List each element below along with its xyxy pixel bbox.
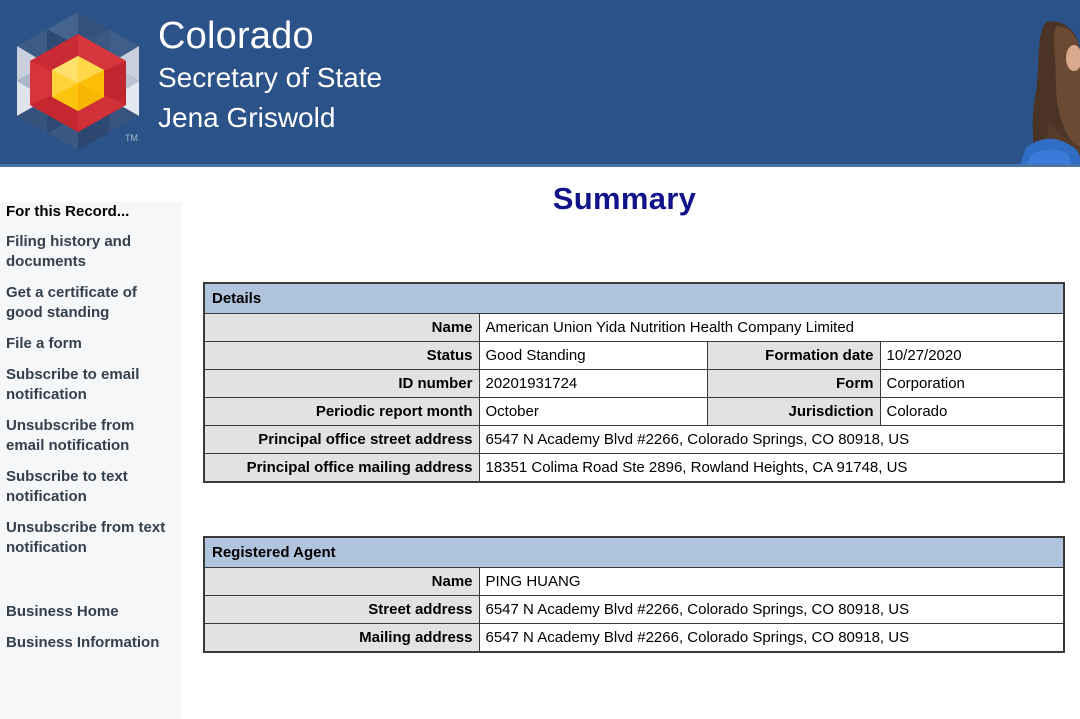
page-body: For this Record... Filing history and do… (0, 167, 1080, 719)
sidebar-item-file-a-form[interactable]: File a form (6, 334, 175, 354)
table-section-header-row: Registered Agent (203, 536, 1065, 568)
table-row: Street address 6547 N Academy Blvd #2266… (203, 595, 1065, 624)
table-section-header-row: Details (203, 282, 1065, 314)
site-header: TM Colorado Secretary of State Jena Gris… (0, 0, 1080, 167)
official-name: Jena Griswold (158, 102, 336, 133)
state-name: Colorado (158, 15, 314, 57)
sidebar-item-subscribe-email[interactable]: Subscribe to email notification (6, 365, 175, 405)
details-label-status: Status (203, 341, 480, 370)
table-row: Principal office mailing address 18351 C… (203, 453, 1065, 483)
agent-label-name: Name (203, 567, 480, 596)
sidebar-divider-gap (6, 569, 175, 602)
details-value-form: Corporation (879, 369, 1065, 398)
agent-label-street-address: Street address (203, 595, 480, 624)
sidebar: For this Record... Filing history and do… (0, 202, 181, 719)
page-title: Summary (552, 181, 697, 216)
svg-text:TM: TM (125, 133, 138, 143)
details-label-principal-mailing-address: Principal office mailing address (203, 453, 480, 483)
details-value-formation-date: 10/27/2020 (879, 341, 1065, 370)
sidebar-item-unsubscribe-email[interactable]: Unsubscribe from email notification (6, 416, 175, 456)
sidebar-item-certificate-good-standing[interactable]: Get a certificate of good standing (6, 283, 175, 323)
main-content: Summary Details Name American Union Yida… (181, 167, 1080, 719)
registered-agent-section-label: Registered Agent (203, 536, 1065, 568)
table-row: Periodic report month October Jurisdicti… (203, 397, 1065, 426)
sidebar-item-business-home[interactable]: Business Home (6, 602, 175, 622)
details-value-name: American Union Yida Nutrition Health Com… (478, 313, 1065, 342)
sidebar-item-subscribe-text[interactable]: Subscribe to text notification (6, 467, 175, 507)
table-row: Principal office street address 6547 N A… (203, 425, 1065, 454)
details-label-form: Form (706, 369, 881, 398)
details-section-label: Details (203, 282, 1065, 314)
details-label-formation-date: Formation date (706, 341, 881, 370)
registered-agent-table: Registered Agent Name PING HUANG Street … (203, 536, 1066, 653)
sidebar-heading: For this Record... (6, 203, 130, 220)
sidebar-item-filing-history[interactable]: Filing history and documents (6, 232, 175, 272)
table-row: ID number 20201931724 Form Corporation (203, 369, 1065, 398)
details-label-jurisdiction: Jurisdiction (706, 397, 881, 426)
details-value-jurisdiction: Colorado (879, 397, 1065, 426)
table-row: Status Good Standing Formation date 10/2… (203, 341, 1065, 370)
table-row: Mailing address 6547 N Academy Blvd #226… (203, 623, 1065, 653)
office-name: Secretary of State (158, 62, 383, 93)
details-value-principal-street-address: 6547 N Academy Blvd #2266, Colorado Spri… (478, 425, 1065, 454)
details-label-id-number: ID number (203, 369, 480, 398)
agent-value-name: PING HUANG (478, 567, 1065, 596)
jena-griswold-portrait (990, 0, 1080, 164)
table-row: Name American Union Yida Nutrition Healt… (203, 313, 1065, 342)
sidebar-item-unsubscribe-text[interactable]: Unsubscribe from text notification (6, 518, 175, 558)
details-value-principal-mailing-address: 18351 Colima Road Ste 2896, Rowland Heig… (478, 453, 1065, 483)
details-value-periodic-report-month: October (478, 397, 708, 426)
header-title-block: Colorado Secretary of State Jena Griswol… (158, 14, 382, 138)
details-label-periodic-report-month: Periodic report month (203, 397, 480, 426)
details-value-status: Good Standing (478, 341, 708, 370)
agent-value-mailing-address: 6547 N Academy Blvd #2266, Colorado Spri… (478, 623, 1065, 653)
details-label-principal-street-address: Principal office street address (203, 425, 480, 454)
table-row: Name PING HUANG (203, 567, 1065, 596)
sidebar-item-business-information[interactable]: Business Information (6, 633, 175, 653)
details-table: Details Name American Union Yida Nutriti… (203, 282, 1066, 483)
details-label-name: Name (203, 313, 480, 342)
agent-value-street-address: 6547 N Academy Blvd #2266, Colorado Spri… (478, 595, 1065, 624)
agent-label-mailing-address: Mailing address (203, 623, 480, 653)
colorado-hexagon-logo[interactable]: TM (8, 6, 148, 161)
details-value-id-number: 20201931724 (478, 369, 708, 398)
